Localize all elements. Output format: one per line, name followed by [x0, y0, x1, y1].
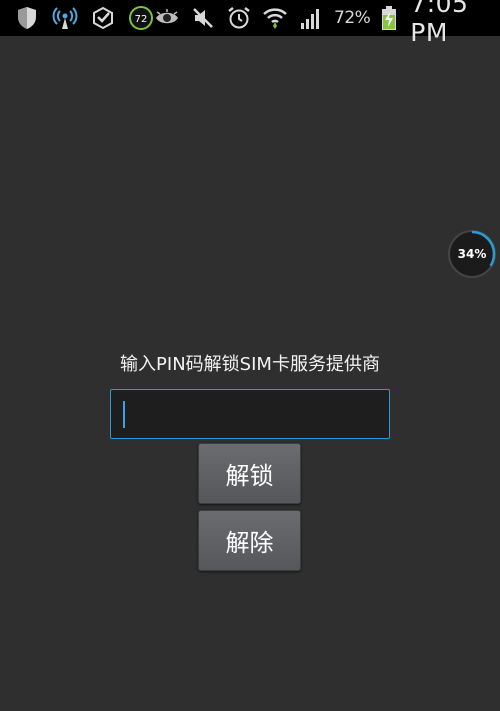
- shield-icon: [14, 5, 40, 31]
- progress-bubble[interactable]: 34%: [448, 230, 496, 278]
- status-bar-left: 72: [14, 5, 154, 31]
- dismiss-button[interactable]: 解除: [198, 510, 301, 571]
- alarm-icon: [226, 5, 252, 31]
- eye-icon: [154, 5, 180, 31]
- status-bar: 72 72% 7:05 PM: [0, 0, 500, 47]
- progress-percent: 34%: [457, 247, 487, 261]
- sim-pin-prompt: 输入PIN码解锁SIM卡服务提供商: [120, 354, 380, 375]
- clock: 7:05 PM: [410, 0, 469, 47]
- pin-input-field[interactable]: [110, 389, 390, 439]
- battery-percent: 72%: [334, 8, 371, 28]
- unlock-button[interactable]: 解锁: [198, 443, 301, 504]
- battery-charging-icon: [380, 5, 398, 31]
- signal-icon: [298, 5, 324, 31]
- mute-icon: [190, 5, 216, 31]
- status-bar-right: 72% 7:05 PM: [154, 0, 492, 47]
- update-count-icon: 72: [128, 5, 154, 31]
- check-badge-icon: [90, 5, 116, 31]
- wifi-icon: [262, 5, 288, 31]
- text-cursor: [123, 401, 125, 428]
- update-count-text: 72: [135, 14, 148, 25]
- wifi-tether-icon: [52, 5, 78, 31]
